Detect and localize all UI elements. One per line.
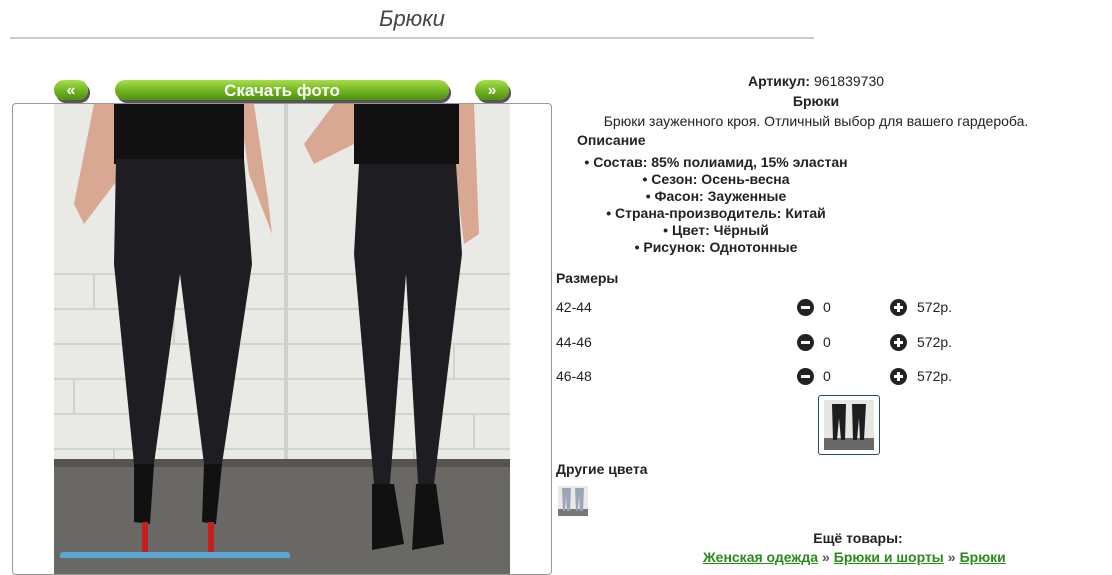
size-price: 572р. [917,334,953,350]
size-price: 572р. [917,368,953,384]
size-label: 42-44 [556,299,592,315]
product-name: Брюки [792,93,840,109]
spec-item-season: Сезон: Осень-весна [426,171,1006,187]
sku-line: Артикул: 961839730 [556,73,1076,89]
size-row: 44-46 0 572р. [556,334,1076,354]
spec-item-country: Страна-производитель: Китай [426,205,1006,221]
other-colors-heading: Другие цвета [556,461,648,477]
minus-icon[interactable] [797,299,814,316]
spec-item-pattern: Рисунок: Однотонные [426,239,1006,255]
minus-icon[interactable] [797,334,814,351]
selected-photo-thumbnail[interactable] [818,395,880,455]
download-photo-button[interactable]: Скачать фото [115,80,449,100]
size-label: 46-48 [556,368,592,384]
breadcrumb-separator: » [947,549,956,565]
minus-icon[interactable] [797,368,814,385]
size-price: 572р. [917,299,953,315]
title-divider [10,37,814,39]
plus-icon[interactable] [890,368,907,385]
description-heading: Описание [577,132,646,148]
product-short-description: Брюки зауженного кроя. Отличный выбор дл… [603,113,1029,129]
bottom-action-bar[interactable] [60,552,290,558]
sizes-heading: Размеры [556,270,619,286]
breadcrumb-women-clothing[interactable]: Женская одежда [703,549,818,565]
breadcrumb-separator: » [822,549,830,565]
quantity-value: 0 [823,334,831,350]
plus-icon[interactable] [890,299,907,316]
size-label: 44-46 [556,334,592,350]
color-variant-thumbnail[interactable] [558,486,588,516]
size-row: 42-44 0 572р. [556,299,1076,319]
quantity-value: 0 [823,299,831,315]
sku-label: Артикул: [747,73,811,89]
prev-photo-button[interactable]: « [54,80,88,100]
more-products-heading: Ещё товары: [813,530,903,546]
sku-value: 961839730 [813,73,885,89]
size-row: 46-48 0 572р. [556,368,1076,388]
spec-item-color: Цвет: Чёрный [426,222,1006,238]
plus-icon[interactable] [890,334,907,351]
breadcrumb-pants-shorts[interactable]: Брюки и шорты [834,549,944,565]
spec-item-style: Фасон: Зауженные [426,188,1006,204]
page-title: Брюки [379,6,445,31]
breadcrumb-pants[interactable]: Брюки [960,549,1006,565]
spec-item-composition: Состав: 85% полиамид, 15% эластан [426,154,1006,170]
next-photo-button[interactable]: » [475,80,509,100]
quantity-value: 0 [823,368,831,384]
breadcrumb: Женская одежда» Брюки и шорты» Брюки [703,549,1006,565]
